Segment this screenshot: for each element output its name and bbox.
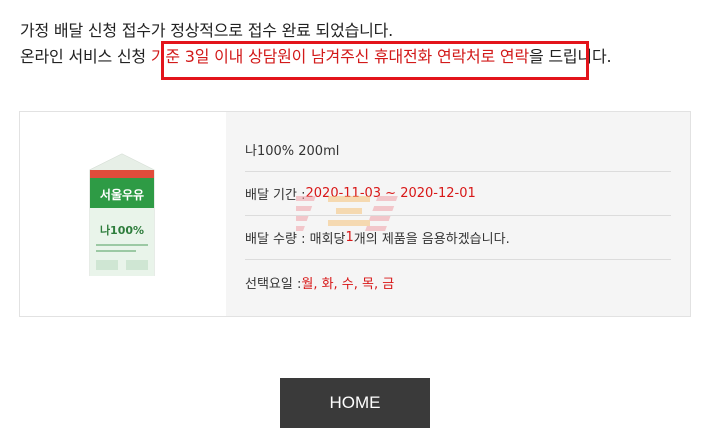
product-thumbnail: 서울우유 나100% [20, 112, 226, 316]
delivery-period-label: 배달 기간 : [245, 188, 306, 203]
order-details: 나100% 200ml 배달 기간 : 2020-11-03 ~ 2020-12… [245, 112, 671, 304]
home-button[interactable]: HOME [280, 378, 430, 428]
selected-days-label: 선택요일 : [245, 276, 302, 292]
delivery-quantity-value: 1 [345, 230, 354, 245]
delivery-quantity-label: 배달 수량 : 매회당 [245, 232, 346, 247]
delivery-quantity-row: 배달 수량 : 매회당 1 개의 제품을 음용하겠습니다. [245, 216, 671, 260]
carton-brand-text: 서울우유 [100, 187, 144, 202]
selected-days-value: 월, 화, 수, 목, 금 [301, 276, 395, 292]
order-summary-card: 서울우유 나100% 나100% 200ml 배달 기간 : 2020-11-0… [19, 111, 691, 317]
delivery-period-value: 2020-11-03 ~ 2020-12-01 [305, 186, 476, 201]
delivery-period-row: 배달 기간 : 2020-11-03 ~ 2020-12-01 [245, 172, 671, 216]
confirmation-line-2-prefix: 온라인 서비스 신청 [20, 47, 151, 66]
annotation-highlight-box [161, 41, 589, 80]
selected-days-row: 선택요일 : 월, 화, 수, 목, 금 [245, 260, 671, 304]
product-name-row: 나100% 200ml [245, 128, 671, 172]
carton-product-text: 나100% [100, 223, 144, 237]
milk-carton-image: 서울우유 나100% [89, 153, 155, 276]
delivery-quantity-suffix: 개의 제품을 음용하겠습니다. [353, 232, 510, 247]
product-name: 나100% 200ml [245, 144, 340, 159]
